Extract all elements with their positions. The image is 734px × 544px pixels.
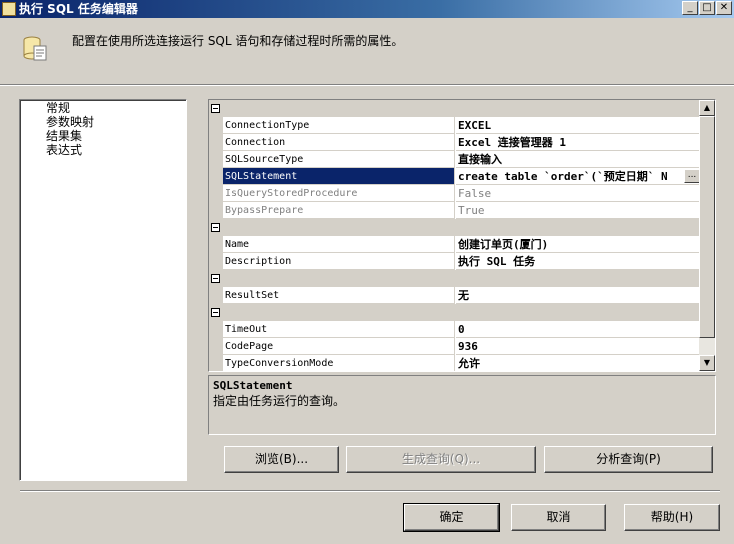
property-row-bypass-prepare[interactable]: BypassPrepare True xyxy=(209,202,701,219)
property-row-code-page[interactable]: CodePage 936 xyxy=(209,338,701,355)
collapse-icon[interactable] xyxy=(211,274,220,283)
header-divider xyxy=(0,84,734,86)
property-name: TypeConversionMode xyxy=(223,355,455,371)
nav-item-parameter-mapping[interactable]: 参数映射 xyxy=(44,115,96,129)
scroll-thumb[interactable] xyxy=(699,116,715,338)
property-value[interactable]: Excel 连接管理器 1 xyxy=(456,134,701,151)
category-header[interactable] xyxy=(209,219,701,236)
property-row-connection[interactable]: Connection Excel 连接管理器 1 xyxy=(209,134,701,151)
property-name: ConnectionType xyxy=(223,117,455,134)
nav-item-general[interactable]: 常规 xyxy=(44,101,72,115)
footer-divider xyxy=(20,490,720,492)
parse-query-button[interactable]: 分析查询(P) xyxy=(544,446,713,473)
property-row-result-set[interactable]: ResultSet 无 xyxy=(209,287,701,304)
property-row-name[interactable]: Name 创建订单页(厦门) xyxy=(209,236,701,253)
minimize-button[interactable]: _ xyxy=(682,1,698,15)
property-name: Description xyxy=(223,253,455,270)
vertical-scrollbar[interactable]: ▲ ▼ xyxy=(699,100,715,371)
scroll-up-icon[interactable]: ▲ xyxy=(699,100,715,116)
ok-button[interactable]: 确定 xyxy=(403,503,500,532)
nav-item-expressions[interactable]: 表达式 xyxy=(44,143,84,157)
title-bar: 执行 SQL 任务编辑器 _ □ ✕ xyxy=(0,0,734,18)
property-row-is-query-stored-procedure[interactable]: IsQueryStoredProcedure False xyxy=(209,185,701,202)
category-header[interactable] xyxy=(209,270,701,287)
property-name: ResultSet xyxy=(223,287,455,304)
property-name: TimeOut xyxy=(223,321,455,338)
property-name: Connection xyxy=(223,134,455,151)
collapse-icon[interactable] xyxy=(211,308,220,317)
property-value[interactable]: False xyxy=(456,185,701,202)
property-name: Name xyxy=(223,236,455,253)
category-header[interactable] xyxy=(209,100,701,117)
window-title: 执行 SQL 任务编辑器 xyxy=(19,2,138,16)
property-row-sql-source-type[interactable]: SQLSourceType 直接输入 xyxy=(209,151,701,168)
property-row-connection-type[interactable]: ConnectionType EXCEL xyxy=(209,117,701,134)
page-navigation: 常规 参数映射 结果集 表达式 xyxy=(19,99,187,481)
property-value[interactable]: create table `order`(`预定日期` N xyxy=(456,168,701,185)
property-row-sql-statement[interactable]: SQLStatement create table `order`(`预定日期`… xyxy=(209,168,701,185)
property-name: BypassPrepare xyxy=(223,202,455,219)
property-description-pane: SQLStatement 指定由任务运行的查询。 xyxy=(208,375,716,435)
property-row-timeout[interactable]: TimeOut 0 xyxy=(209,321,701,338)
sql-task-icon xyxy=(23,36,47,61)
app-icon xyxy=(2,2,16,16)
category-header[interactable] xyxy=(209,304,701,321)
property-value[interactable]: 0 xyxy=(456,321,701,338)
property-row-description[interactable]: Description 执行 SQL 任务 xyxy=(209,253,701,270)
nav-item-result-set[interactable]: 结果集 xyxy=(44,129,84,143)
scroll-down-icon[interactable]: ▼ xyxy=(699,355,715,371)
property-value[interactable]: 允许 xyxy=(456,355,701,371)
property-value[interactable]: 无 xyxy=(456,287,701,304)
property-row-type-conversion-mode[interactable]: TypeConversionMode 允许 xyxy=(209,355,701,371)
property-value[interactable]: 执行 SQL 任务 xyxy=(456,253,701,270)
build-query-button[interactable]: 生成查询(Q)... xyxy=(346,446,536,473)
property-name: SQLSourceType xyxy=(223,151,455,168)
browse-button[interactable]: 浏览(B)... xyxy=(224,446,339,473)
description-text: 指定由任务运行的查询。 xyxy=(213,394,346,408)
collapse-icon[interactable] xyxy=(211,104,220,113)
property-value[interactable]: 直接输入 xyxy=(456,151,701,168)
property-name: CodePage xyxy=(223,338,455,355)
property-value[interactable]: 936 xyxy=(456,338,701,355)
header-description: 配置在使用所选连接运行 SQL 语句和存储过程时所需的属性。 xyxy=(72,34,404,48)
close-button[interactable]: ✕ xyxy=(716,1,732,15)
property-grid: ConnectionType EXCEL Connection Excel 连接… xyxy=(208,99,716,372)
maximize-button[interactable]: □ xyxy=(699,1,715,15)
ellipsis-button[interactable]: ... xyxy=(684,169,700,183)
collapse-icon[interactable] xyxy=(211,223,220,232)
description-title: SQLStatement xyxy=(213,379,293,392)
help-button[interactable]: 帮助(H) xyxy=(624,504,720,531)
property-value[interactable]: 创建订单页(厦门) xyxy=(456,236,701,253)
property-value[interactable]: EXCEL xyxy=(456,117,701,134)
property-name: IsQueryStoredProcedure xyxy=(223,185,455,202)
cancel-button[interactable]: 取消 xyxy=(511,504,606,531)
property-value[interactable]: True xyxy=(456,202,701,219)
property-name: SQLStatement xyxy=(223,168,455,185)
